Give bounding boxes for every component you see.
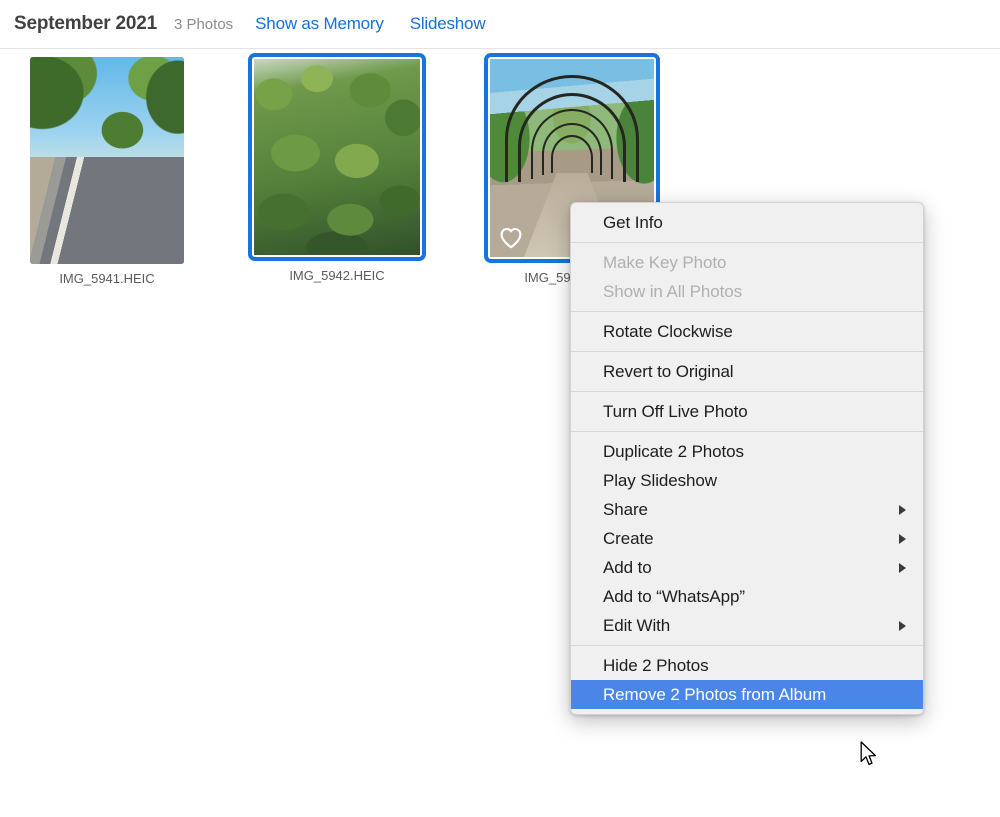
context-menu[interactable]: Get Info Make Key Photo Show in All Photos… <box>570 202 924 715</box>
menu-item-remove-2-photos-from-album[interactable]: Remove 2 Photos from Album <box>571 680 923 709</box>
menu-separator <box>571 242 923 243</box>
menu-item-edit-with[interactable]: Edit With <box>571 611 923 640</box>
show-as-memory-link[interactable]: Show as Memory <box>255 14 384 34</box>
photo-thumbnail-frame[interactable] <box>30 57 184 264</box>
photo-count-label: 3 Photos <box>173 15 234 33</box>
heart-icon <box>500 227 522 249</box>
photo-image[interactable] <box>254 59 420 255</box>
photo-filename: IMG_5942.HEIC <box>289 268 385 283</box>
menu-item-make-key-photo: Make Key Photo <box>603 253 727 272</box>
menu-item-duplicate-2-photos[interactable]: Duplicate 2 Photos <box>571 437 923 466</box>
photo-filename: IMG_5941.HEIC <box>59 271 155 286</box>
chevron-right-icon <box>899 620 906 631</box>
menu-item-turn-off-live-photo[interactable]: Turn Off Live Photo <box>571 397 923 426</box>
menu-separator <box>571 311 923 312</box>
photo-image[interactable] <box>30 57 184 264</box>
photo-thumbnail-frame-selected[interactable] <box>248 53 426 261</box>
chevron-right-icon <box>899 562 906 573</box>
menu-separator <box>571 645 923 646</box>
menu-item-get-info[interactable]: Get Info <box>571 208 923 237</box>
photo-cell[interactable]: IMG_5941.HEIC <box>30 57 184 286</box>
chevron-right-icon <box>899 504 906 515</box>
menu-item-revert-to-original[interactable]: Revert to Original <box>571 357 923 386</box>
menu-item-add-to-whatsapp[interactable]: Add to “WhatsApp” <box>571 582 923 611</box>
menu-item-share[interactable]: Share <box>571 495 923 524</box>
photo-cell[interactable]: IMG_5942.HEIC <box>248 53 426 283</box>
chevron-right-icon <box>899 533 906 544</box>
pergola-arch <box>551 135 593 173</box>
menu-separator <box>571 431 923 432</box>
slideshow-link[interactable]: Slideshow <box>410 14 486 34</box>
page-title: September 2021 <box>14 13 157 34</box>
menu-item-create[interactable]: Create <box>571 524 923 553</box>
menu-item-rotate-clockwise[interactable]: Rotate Clockwise <box>571 317 923 346</box>
menu-item-add-to[interactable]: Add to <box>571 553 923 582</box>
menu-item-play-slideshow[interactable]: Play Slideshow <box>571 466 923 495</box>
menu-separator <box>571 391 923 392</box>
album-header-bar: September 2021 3 Photos Show as Memory S… <box>0 0 1000 49</box>
menu-separator <box>571 351 923 352</box>
menu-item-hide-2-photos[interactable]: Hide 2 Photos <box>571 651 923 680</box>
menu-item-show-in-all-photos: Show in All Photos <box>603 282 743 301</box>
